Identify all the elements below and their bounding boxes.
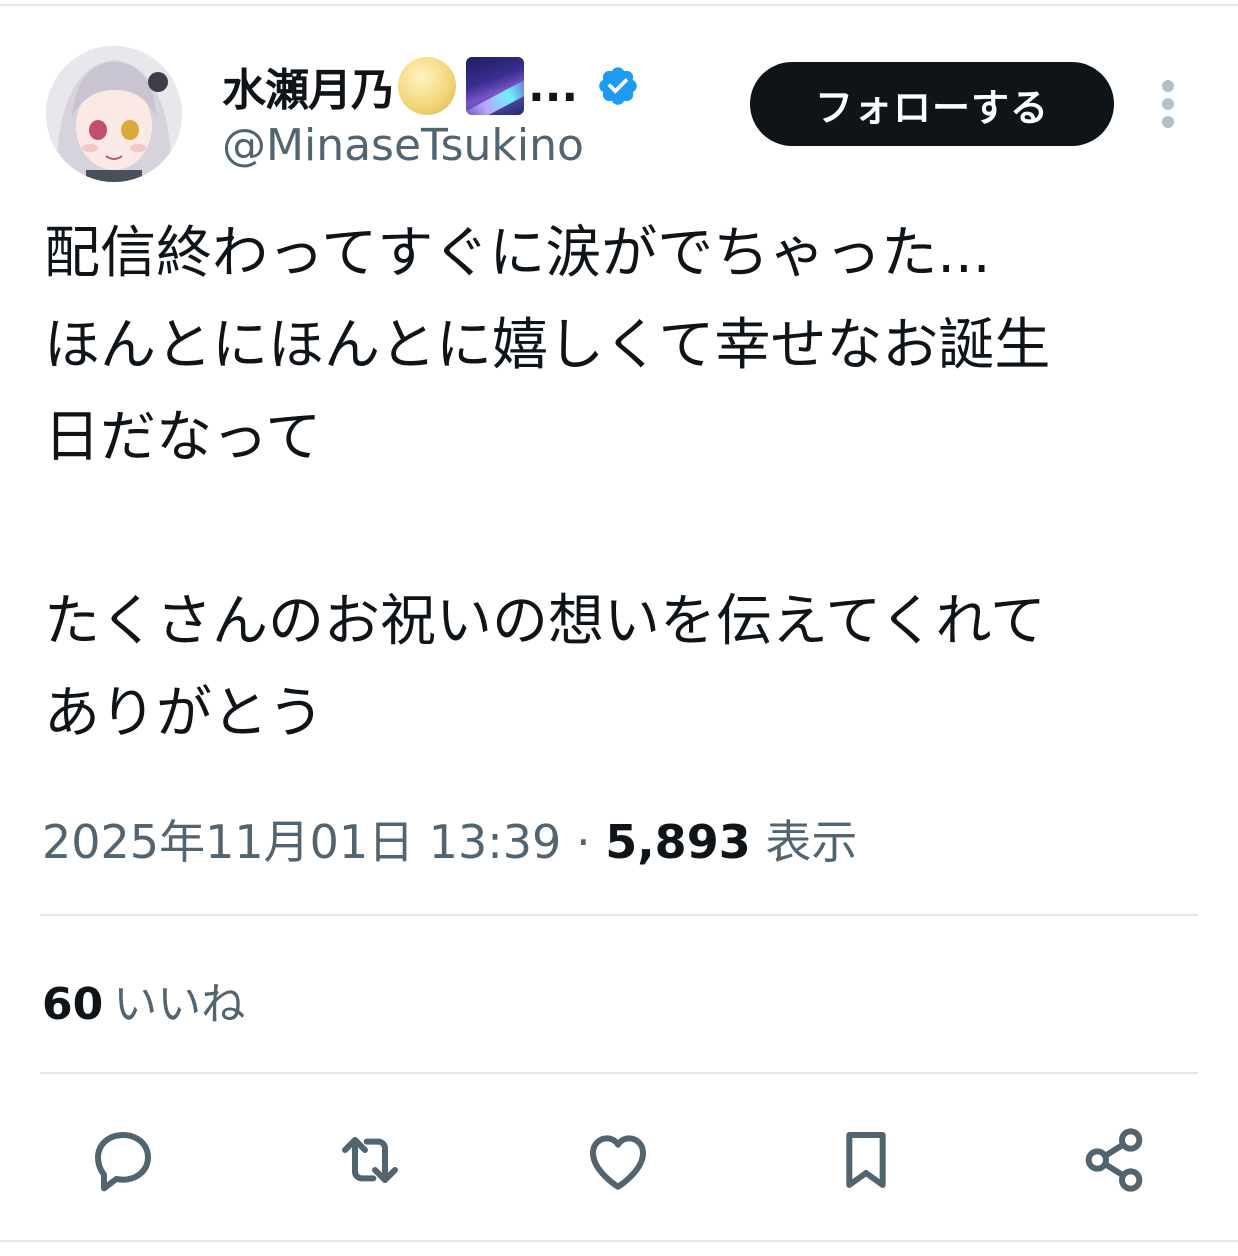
reply-icon[interactable] — [83, 1120, 163, 1200]
likes-label: いいね — [113, 979, 246, 1030]
bookmark-icon[interactable] — [826, 1120, 906, 1200]
author-handle[interactable]: @MinaseTsukino — [222, 120, 584, 171]
likes-count: 60 — [42, 979, 104, 1030]
avatar-image — [46, 46, 182, 182]
tweet-timestamp[interactable]: 2025年11月01日 13:39 — [42, 815, 561, 869]
author-display-name[interactable]: 水瀬月乃 — [222, 54, 395, 118]
avatar[interactable] — [46, 46, 182, 182]
follow-button[interactable]: フォローする — [750, 62, 1114, 146]
verified-badge-icon — [599, 67, 637, 105]
like-icon[interactable] — [578, 1120, 658, 1200]
share-icon[interactable] — [1074, 1120, 1154, 1200]
milky-way-emoji-icon — [466, 57, 524, 115]
more-options-icon[interactable] — [1156, 80, 1180, 128]
tweet-line: ほんとにほんとに嬉しくて幸せなお誕生 — [44, 313, 1051, 378]
engagement-divider — [40, 1072, 1198, 1074]
full-moon-emoji-icon — [398, 57, 456, 115]
tweet-meta: 2025年11月01日 13:39 · 5,893 表示 — [42, 806, 857, 872]
meta-separator: · — [575, 815, 591, 869]
tweet-text: 配信終わってすぐに涙がでちゃった... ほんとにほんとに嬉しくて幸せなお誕生 日… — [44, 208, 1194, 760]
meta-divider — [40, 914, 1198, 916]
tweet-line: 日だなって — [44, 405, 322, 470]
tweet-line: 配信終わってすぐに涙がでちゃった... — [44, 221, 991, 286]
top-divider — [0, 4, 1238, 6]
bottom-divider — [0, 1240, 1238, 1242]
retweet-icon[interactable] — [330, 1120, 410, 1200]
views-count: 5,893 — [605, 815, 751, 869]
author-name-row[interactable]: 水瀬月乃 ... — [222, 56, 640, 116]
likes-summary[interactable]: 60 いいね — [42, 968, 245, 1032]
views-label: 表示 — [765, 815, 858, 869]
tweet-line: たくさんのお祝いの想いを伝えてくれて — [44, 589, 1046, 654]
name-truncation: ... — [528, 60, 579, 112]
tweet-line: ありがとう — [44, 681, 324, 746]
